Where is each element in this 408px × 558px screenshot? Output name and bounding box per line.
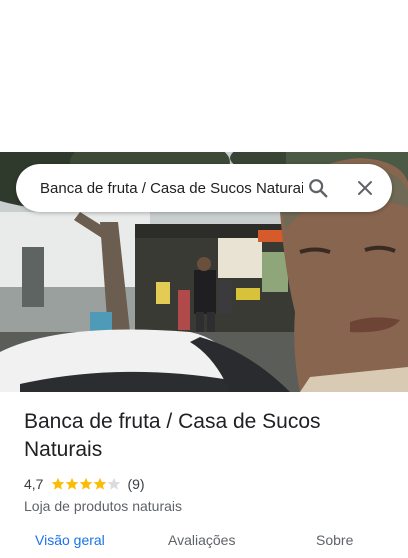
place-title: Banca de fruta / Casa de Sucos Naturais [24,410,321,461]
search-input[interactable]: Banca de fruta / Casa de Sucos Naturais [40,180,303,197]
tab-reviews[interactable]: Avaliações [168,532,235,548]
tab-overview[interactable]: Visão geral [35,532,105,548]
star-rating [51,477,121,491]
stars-icon [52,477,121,490]
place-category[interactable]: Loja de produtos naturais [24,498,384,514]
rating-row[interactable]: 4,7 (9) [24,474,384,494]
tab-about[interactable]: Sobre [316,532,353,548]
rating-value: 4,7 [24,476,44,492]
search-bar[interactable]: Banca de fruta / Casa de Sucos Naturais [16,164,392,212]
close-icon [358,181,372,195]
review-count[interactable]: (9) [127,476,144,492]
place-info: Banca de fruta / Casa de Sucos Naturais … [24,408,384,514]
tab-bar: Visão geral Avaliações Sobre [0,528,408,558]
search-button[interactable] [302,172,334,204]
search-icon [309,179,328,198]
close-button[interactable] [349,172,381,204]
